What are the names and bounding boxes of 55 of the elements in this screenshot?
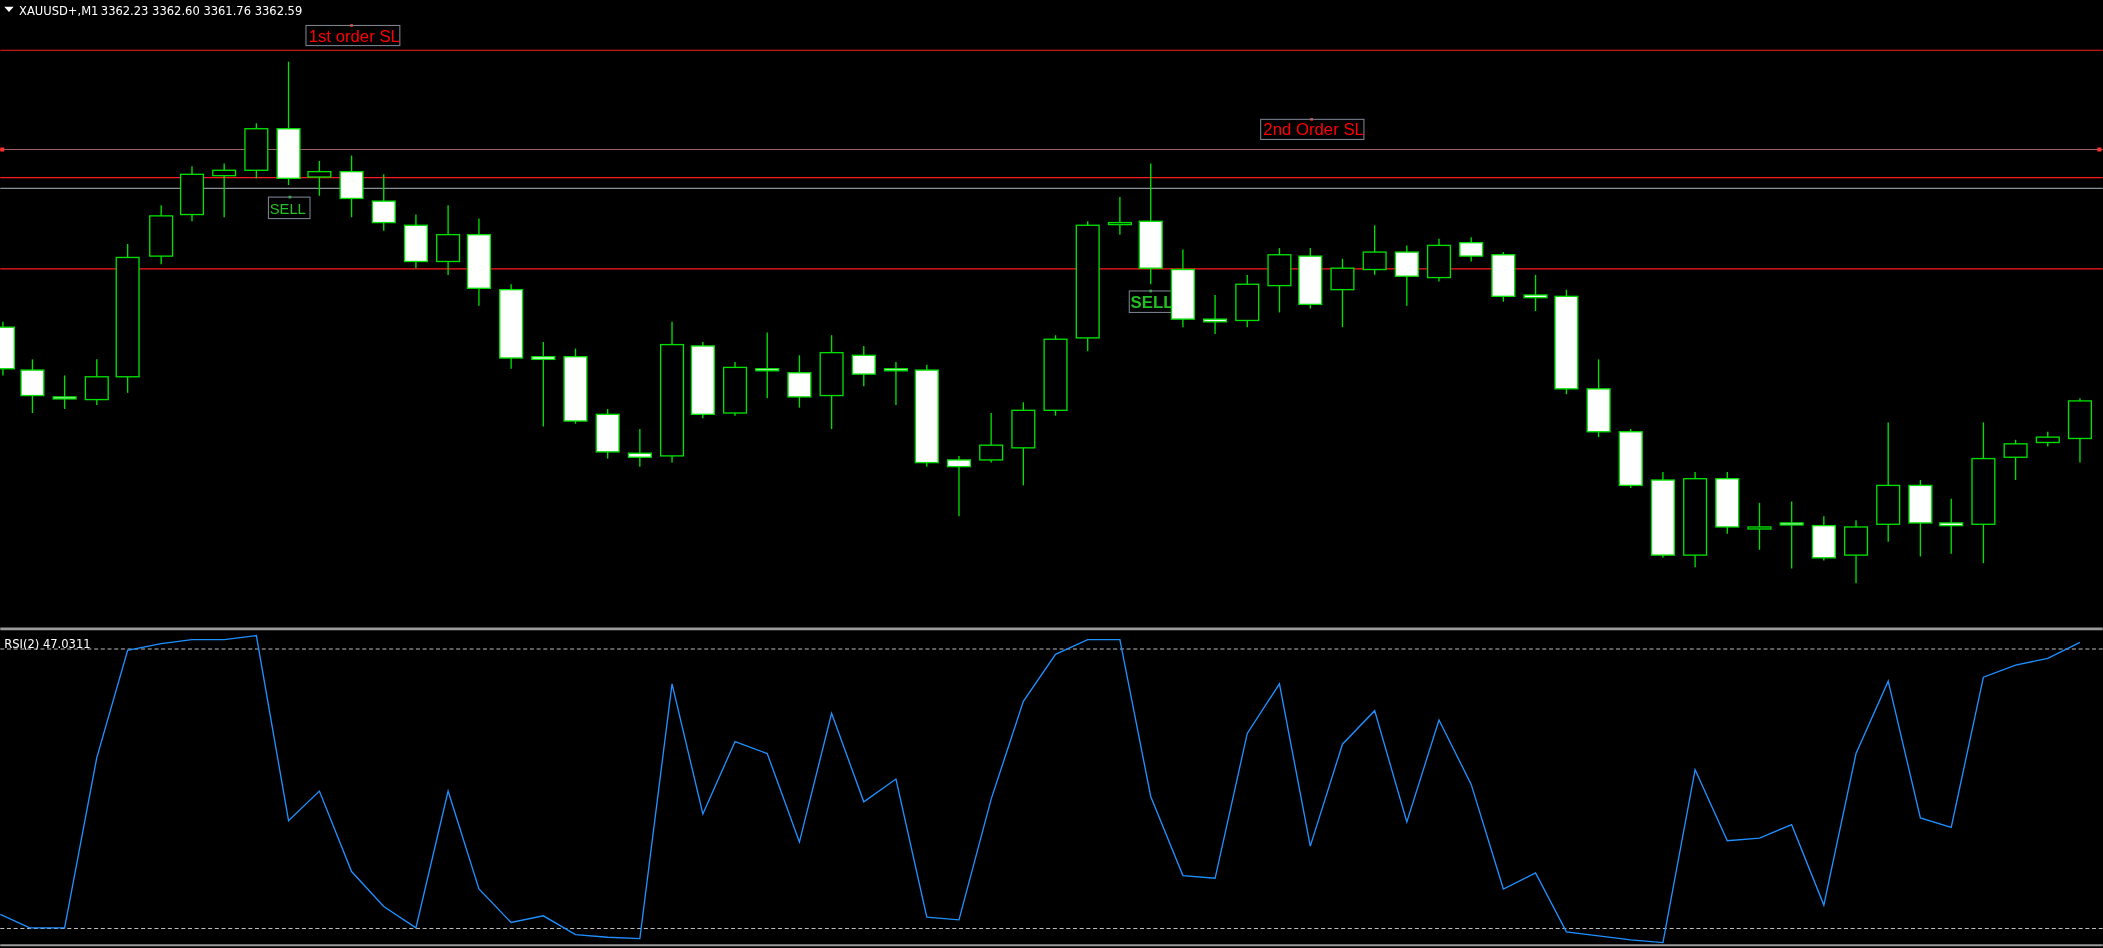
candlestick [1939,498,1964,555]
dropdown-icon[interactable] [4,6,14,13]
candlestick [1747,502,1772,551]
candlestick [339,154,364,218]
candlestick [149,204,174,265]
candlestick [1523,274,1548,312]
candlestick [723,361,748,417]
candlestick [307,160,332,197]
candlestick [0,321,15,377]
candlestick [1394,244,1419,307]
label-anchor-icon [1310,118,1313,121]
sell-signal: SELL [267,196,311,220]
candlestick [1426,238,1452,283]
candlestick [1715,471,1740,535]
line-handle[interactable] [2097,147,2102,152]
candlestick [403,213,428,269]
candlestick [2067,397,2092,464]
candlestick [627,428,652,468]
candlestick [2035,431,2060,448]
candlestick [1779,500,1804,570]
candlestick [436,204,461,276]
candlestick [851,345,876,387]
candlestick [979,412,1004,464]
candlestick [20,358,45,414]
candlestick [244,122,269,179]
candlestick [1491,251,1516,303]
candlestick [179,165,205,222]
candlestick [371,173,396,232]
candlestick [1330,258,1355,328]
candlestick [1267,247,1292,314]
candlestick [84,358,109,406]
stop-loss-label: 2nd Order SL [1260,118,1365,140]
candlestick [1459,236,1484,263]
rsi-label: RSI(2) 47.0311 [4,636,91,651]
candlestick [755,331,780,399]
candlestick [52,374,77,410]
chart-symbol: XAUUSD+,M1 [19,3,99,18]
candlestick [1298,247,1323,310]
candlestick [1107,196,1132,236]
candlestick [1811,515,1836,562]
line-handle[interactable] [0,147,5,152]
label-anchor-icon [350,24,353,27]
stop-loss-label: 1st order SL [305,24,401,47]
price-quotes: 3362.23 3362.60 3361.76 3362.59 [100,3,303,18]
candlestick [1203,294,1228,335]
candlestick [1843,519,1869,584]
candlestick [946,455,972,517]
candlestick [2003,439,2028,481]
candlestick [1362,224,1387,276]
candlestick [787,354,812,409]
candlestick [883,361,909,406]
candlestick [1235,274,1260,328]
candlestick [212,162,237,218]
candlestick [1618,428,1643,489]
candlestick [595,408,620,460]
